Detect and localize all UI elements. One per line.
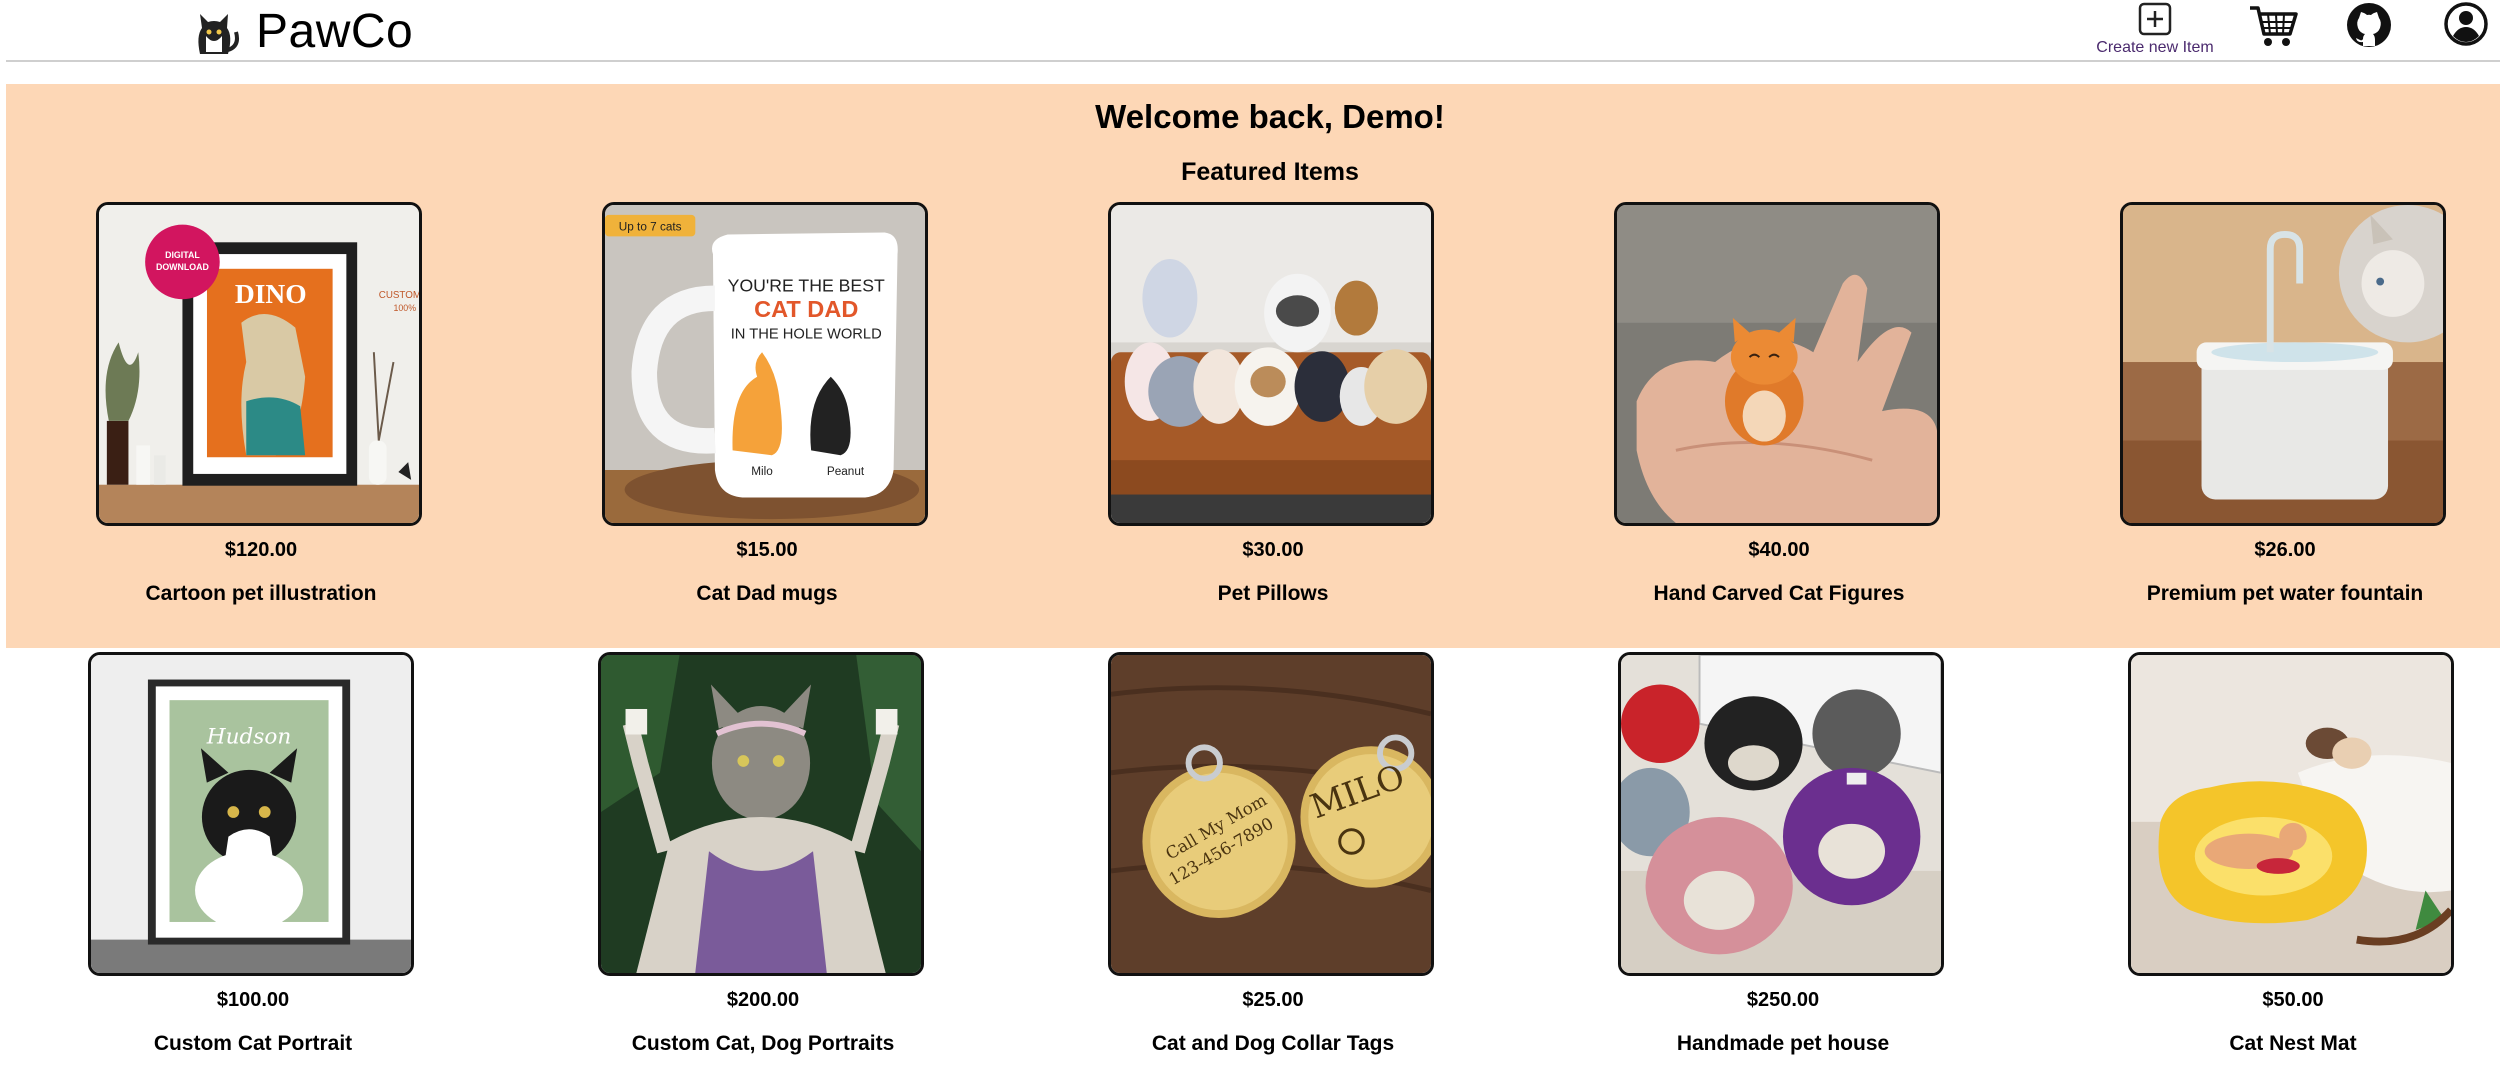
user-icon[interactable] <box>2444 2 2488 46</box>
item-name[interactable]: Cat Nest Mat <box>2128 1032 2458 1056</box>
item-image[interactable]: Up to 7 cats YOU'RE THE BEST CAT DAD IN … <box>602 202 928 526</box>
brand-logo[interactable]: PawCo <box>190 4 413 60</box>
svg-text:CAT DAD: CAT DAD <box>754 296 858 322</box>
item-price: $250.00 <box>1746 989 1820 1011</box>
svg-text:YOU'RE THE BEST: YOU'RE THE BEST <box>728 275 885 295</box>
featured-item-card[interactable]: $40.00 Hand Carved Cat Figures <box>1614 202 1944 606</box>
item-price: $100.00 <box>216 989 290 1011</box>
item-name[interactable]: Pet Pillows <box>1108 582 1438 606</box>
featured-items-heading: Featured Items <box>1181 158 1359 186</box>
featured-item-card[interactable]: $26.00 Premium pet water fountain <box>2120 202 2450 606</box>
item-image[interactable]: Hudson <box>88 652 414 976</box>
item-price: $26.00 <box>2254 539 2316 561</box>
cart-icon[interactable] <box>2248 2 2300 48</box>
item-name[interactable]: Premium pet water fountain <box>2120 582 2450 606</box>
github-icon[interactable] <box>2346 2 2392 48</box>
item-name[interactable]: Custom Cat Portrait <box>88 1032 418 1056</box>
featured-item-card[interactable]: $30.00 Pet Pillows <box>1108 202 1438 606</box>
item-price: $30.00 <box>1242 539 1304 561</box>
item-card[interactable]: $50.00 Cat Nest Mat <box>2128 652 2458 1056</box>
item-image[interactable]: DINO DIGITAL DOWNLOAD CUSTOM 100% <box>96 202 422 526</box>
item-price: $50.00 <box>2262 989 2324 1011</box>
item-name[interactable]: Hand Carved Cat Figures <box>1614 582 1944 606</box>
item-card[interactable]: $200.00 Custom Cat, Dog Portraits <box>598 652 928 1056</box>
item-price: $40.00 <box>1748 539 1810 561</box>
item-image[interactable] <box>1618 652 1944 976</box>
plus-square-icon <box>2138 2 2172 36</box>
svg-text:DIGITAL: DIGITAL <box>165 250 200 260</box>
item-image[interactable] <box>1108 202 1434 526</box>
item-name[interactable]: Cat and Dog Collar Tags <box>1108 1032 1438 1056</box>
create-new-item-button[interactable]: Create new Item <box>2090 2 2220 57</box>
item-name[interactable]: Cat Dad mugs <box>602 582 932 606</box>
item-card[interactable]: Call My Mom 123-456-7890 MILO $25.00 Cat… <box>1108 652 1438 1056</box>
svg-text:Hudson: Hudson <box>206 724 292 749</box>
svg-text:Peanut: Peanut <box>827 465 865 478</box>
item-image[interactable] <box>1614 202 1940 526</box>
item-card[interactable]: Hudson $100.00 Custom Cat Portrait <box>88 652 418 1056</box>
header-divider <box>6 60 2500 62</box>
create-new-item-label: Create new Item <box>2096 39 2214 56</box>
brand-name: PawCo <box>256 5 414 58</box>
svg-text:DOWNLOAD: DOWNLOAD <box>156 262 209 272</box>
item-image[interactable]: Call My Mom 123-456-7890 MILO <box>1108 652 1434 976</box>
featured-item-card[interactable]: DINO DIGITAL DOWNLOAD CUSTOM 100% $120.0… <box>96 202 426 606</box>
item-name[interactable]: Custom Cat, Dog Portraits <box>598 1032 928 1056</box>
item-card[interactable]: $250.00 Handmade pet house <box>1618 652 1948 1056</box>
item-image[interactable] <box>2120 202 2446 526</box>
svg-text:100%: 100% <box>393 303 416 313</box>
svg-text:DINO: DINO <box>235 279 307 309</box>
svg-text:Milo: Milo <box>751 465 773 478</box>
featured-item-card[interactable]: Up to 7 cats YOU'RE THE BEST CAT DAD IN … <box>602 202 932 606</box>
item-name[interactable]: Cartoon pet illustration <box>96 582 426 606</box>
svg-text:Up to 7 cats: Up to 7 cats <box>619 221 682 234</box>
cat-logo-icon <box>198 14 239 54</box>
item-image[interactable] <box>2128 652 2454 976</box>
welcome-heading: Welcome back, Demo! <box>1095 98 1445 135</box>
item-price: $120.00 <box>224 539 298 561</box>
svg-text:CUSTOM: CUSTOM <box>379 290 419 301</box>
item-price: $15.00 <box>736 539 798 561</box>
item-price: $200.00 <box>726 989 800 1011</box>
svg-text:IN THE HOLE WORLD: IN THE HOLE WORLD <box>731 326 882 342</box>
item-image[interactable] <box>598 652 924 976</box>
item-name[interactable]: Handmade pet house <box>1618 1032 1948 1056</box>
item-price: $25.00 <box>1242 989 1304 1011</box>
top-nav: PawCo Create new Item <box>0 0 2500 62</box>
